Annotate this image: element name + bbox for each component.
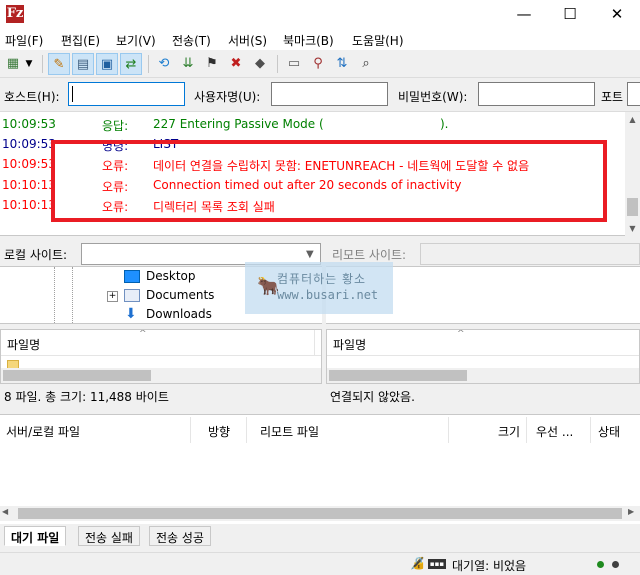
compare-directories-icon[interactable]: ⚲ <box>307 53 329 75</box>
download-arrow-icon: ⬇ <box>125 306 137 322</box>
toggle-local-tree-icon[interactable]: ▤ <box>72 53 94 75</box>
menu-edit[interactable]: 편집(E) <box>61 32 100 49</box>
local-status-text: 8 파일. 총 크기: 11,488 바이트 <box>4 390 169 404</box>
menu-file[interactable]: 파일(F) <box>5 32 43 49</box>
port-input[interactable] <box>627 82 640 106</box>
site-manager-icon[interactable]: ▦ <box>2 53 24 75</box>
remote-status-text: 연결되지 않았음. <box>330 390 415 404</box>
remote-hscrollbar[interactable] <box>327 368 639 383</box>
local-filename-column-header[interactable]: 파일명 ^ <box>1 330 321 356</box>
filezilla-app-icon: Fz <box>6 5 24 23</box>
error-highlight-box <box>51 140 607 222</box>
menu-view[interactable]: 보기(V) <box>116 32 156 49</box>
cancel-icon[interactable]: ✖ <box>225 53 247 75</box>
toggle-remote-tree-icon[interactable]: ▣ <box>96 53 118 75</box>
menu-transfer[interactable]: 전송(T) <box>172 32 211 49</box>
receive-indicator-icon <box>597 561 604 568</box>
expand-plus-icon[interactable]: + <box>107 291 118 302</box>
quickconnect-bar: 호스트(H): 사용자명(U): 비밀번호(W): 포트 <box>0 78 640 112</box>
username-input[interactable] <box>271 82 388 106</box>
password-input[interactable] <box>478 82 595 106</box>
host-label: 호스트(H): <box>4 90 60 104</box>
toolbar: ▦ ▼ ✎ ▤ ▣ ⇄ ⟲ ⇊ ⚑ ✖ ◆ ▭ ⚲ ⇅ ⌕ <box>0 50 640 78</box>
remote-file-list[interactable]: 파일명 ^ <box>326 329 640 384</box>
process-queue-icon[interactable]: ⇊ <box>177 53 199 75</box>
log-scroll-thumb[interactable] <box>627 198 638 216</box>
transfer-queue[interactable]: 서버/로컬 파일 방향 리모트 파일 크기 우선 ... 상태 ◀ ▶ <box>0 414 640 524</box>
queue-col-size[interactable]: 크기 <box>498 423 520 440</box>
remote-site-combo <box>420 243 640 265</box>
queue-col-local-file[interactable]: 서버/로컬 파일 <box>6 423 80 440</box>
disconnect-icon[interactable]: ◆ <box>249 53 271 75</box>
tab-successful-transfers[interactable]: 전송 성공 <box>149 526 211 546</box>
server-status-icon: ▪▪▪ <box>428 559 446 569</box>
find-files-icon[interactable]: ⌕ <box>355 53 377 75</box>
title-bar: Fz — ☐ ✕ <box>0 0 640 30</box>
remote-filename-column-header[interactable]: 파일명 ^ <box>327 330 639 356</box>
sync-browsing-icon[interactable]: ⇅ <box>331 53 353 75</box>
site-manager-dropdown-icon[interactable]: ▼ <box>22 53 36 75</box>
scroll-up-arrow-icon[interactable]: ▲ <box>625 112 640 127</box>
desktop-folder-icon <box>124 270 140 283</box>
queue-col-status[interactable]: 상태 <box>598 423 620 440</box>
queue-col-priority[interactable]: 우선 ... <box>536 423 573 440</box>
remote-site-label: 리모트 사이트: <box>332 248 407 262</box>
port-label: 포트 <box>601 90 624 104</box>
toggle-log-icon[interactable]: ✎ <box>48 53 70 75</box>
log-scrollbar[interactable]: ▲ ▼ <box>625 112 640 236</box>
password-label: 비밀번호(W): <box>398 90 468 104</box>
local-site-label: 로컬 사이트: <box>4 248 68 262</box>
send-indicator-icon <box>612 561 619 568</box>
close-button[interactable]: ✕ <box>594 0 640 30</box>
toggle-queue-icon[interactable]: ⇄ <box>120 53 142 75</box>
scroll-down-arrow-icon[interactable]: ▼ <box>625 221 640 236</box>
refresh-icon[interactable]: ⟲ <box>153 53 175 75</box>
queue-col-remote-file[interactable]: 리모트 파일 <box>260 423 319 440</box>
local-file-list[interactable]: 파일명 ^ <box>0 329 322 384</box>
scroll-right-arrow-icon[interactable]: ▶ <box>628 507 634 516</box>
watermark: 🐂 컴퓨터하는 황소 www.busari.net <box>245 262 393 314</box>
certificate-icon: 🔏 <box>410 556 425 570</box>
menu-bookmarks[interactable]: 북마크(B) <box>283 32 334 49</box>
menu-bar: 파일(F) 편집(E) 보기(V) 전송(T) 서버(S) 북마크(B) 도움말… <box>0 30 640 50</box>
queue-tabs: 대기 파일 전송 실패 전송 성공 <box>0 524 640 548</box>
queue-col-direction[interactable]: 방향 <box>208 423 230 440</box>
minimize-button[interactable]: — <box>501 0 547 30</box>
local-hscrollbar[interactable] <box>1 368 321 383</box>
tab-failed-transfers[interactable]: 전송 실패 <box>78 526 140 546</box>
menu-help[interactable]: 도움말(H) <box>352 32 404 49</box>
filter-icon[interactable]: ▭ <box>283 53 305 75</box>
scroll-left-arrow-icon[interactable]: ◀ <box>2 507 8 516</box>
filter-flag-icon[interactable]: ⚑ <box>201 53 223 75</box>
maximize-button[interactable]: ☐ <box>547 0 593 30</box>
log-row: 10:09:53 응답: 227 Entering Passive Mode (… <box>2 117 449 133</box>
tab-queued-files[interactable]: 대기 파일 <box>4 526 67 546</box>
queue-status-text: 대기열: 비었음 <box>452 559 527 573</box>
menu-server[interactable]: 서버(S) <box>228 32 267 49</box>
sort-up-icon: ^ <box>457 329 465 339</box>
queue-hscrollbar[interactable]: ◀ ▶ <box>0 506 640 521</box>
sort-up-icon: ^ <box>139 329 147 339</box>
username-label: 사용자명(U): <box>194 90 261 104</box>
chevron-down-icon[interactable]: ▼ <box>306 249 314 260</box>
host-input[interactable] <box>68 82 185 106</box>
status-bar: 🔏 ▪▪▪ 대기열: 비었음 <box>0 552 640 575</box>
documents-folder-icon <box>124 289 140 302</box>
